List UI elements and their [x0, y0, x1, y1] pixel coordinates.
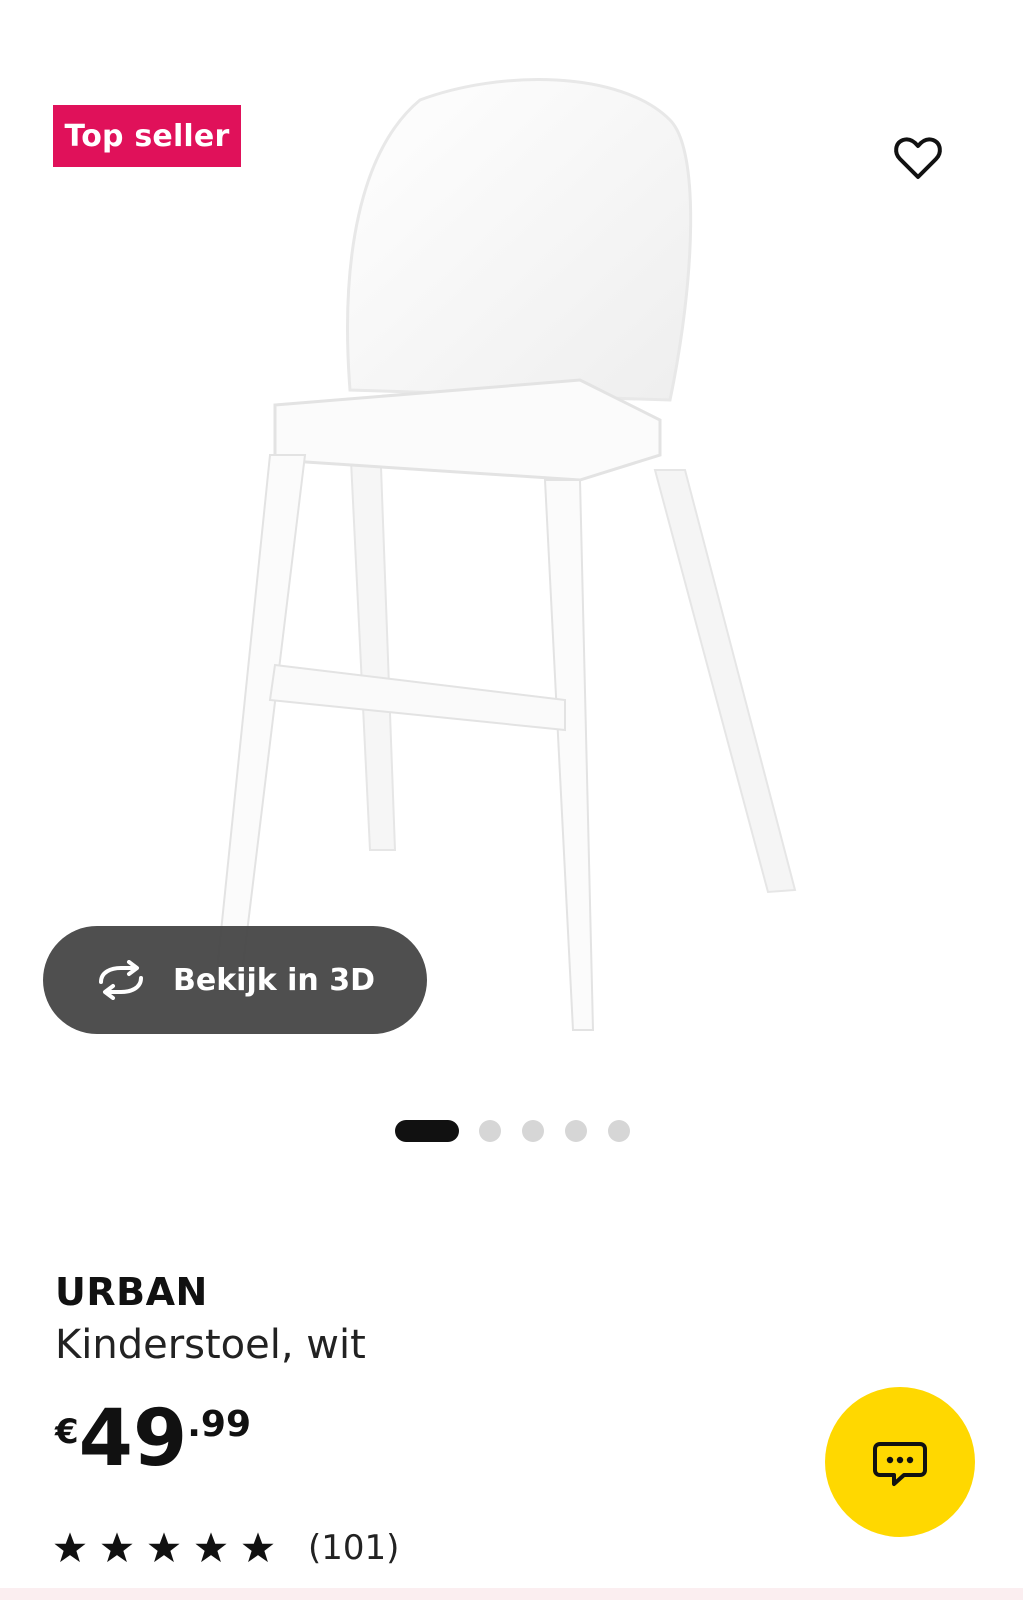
gallery-dot-5[interactable]	[608, 1120, 630, 1142]
chat-button[interactable]	[825, 1387, 975, 1537]
price-currency: €	[55, 1412, 79, 1452]
star-icon	[54, 1532, 86, 1563]
bottom-edge-strip	[0, 1588, 1023, 1600]
price-decimal: .99	[187, 1404, 251, 1445]
rating-count[interactable]: (101)	[308, 1528, 399, 1568]
rotate-3d-icon	[99, 960, 143, 1000]
product-rating[interactable]: (101)	[53, 1528, 399, 1568]
view-in-3d-button[interactable]: Bekijk in 3D	[43, 926, 427, 1034]
heart-outline-icon[interactable]	[890, 130, 946, 186]
gallery-pagination	[0, 1118, 1023, 1142]
price-integer: 49	[78, 1394, 188, 1484]
star-icon	[148, 1532, 180, 1563]
product-description: Kinderstoel, wit	[55, 1322, 366, 1368]
product-image-gallery[interactable]: Top seller Bekijk in 3D	[0, 0, 1023, 1180]
product-image-chair	[213, 78, 797, 1031]
product-brand: URBAN	[55, 1270, 208, 1314]
view-in-3d-label: Bekijk in 3D	[173, 962, 375, 998]
star-icon	[195, 1532, 227, 1563]
product-price: € 49 .99	[55, 1400, 251, 1478]
star-icon	[101, 1532, 133, 1563]
top-seller-badge: Top seller	[53, 105, 241, 167]
chat-bubble-icon	[873, 1442, 927, 1486]
gallery-dot-2[interactable]	[479, 1120, 501, 1142]
gallery-dot-1-active[interactable]	[395, 1120, 459, 1142]
product-info: URBAN Kinderstoel, wit	[55, 1270, 366, 1368]
gallery-dot-3[interactable]	[522, 1120, 544, 1142]
star-icon	[242, 1532, 274, 1563]
gallery-dot-4[interactable]	[565, 1120, 587, 1142]
